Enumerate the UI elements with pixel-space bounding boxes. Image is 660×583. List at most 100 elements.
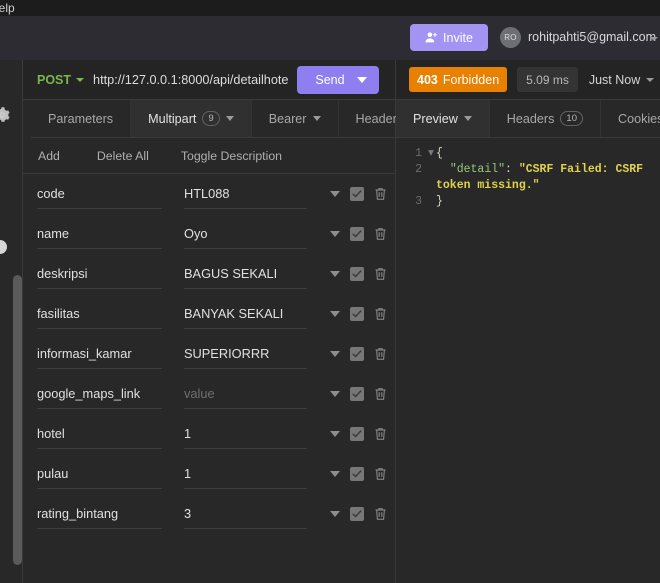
chevron-down-icon[interactable]	[463, 116, 472, 121]
param-row: google_maps_link value	[23, 374, 395, 414]
status-badge[interactable]: 403 Forbidden	[409, 67, 508, 92]
chevron-down-icon[interactable]	[357, 77, 367, 83]
param-enabled-checkbox[interactable]	[350, 227, 364, 241]
param-row: rating_bintang 3	[23, 494, 395, 534]
param-row: hotel 1	[23, 414, 395, 454]
fold-arrow-icon[interactable]: ▾	[426, 146, 436, 162]
tab-bearer[interactable]: Bearer	[252, 100, 339, 137]
avatar[interactable]: RO	[500, 27, 521, 48]
line-number: 2	[415, 163, 422, 176]
param-enabled-checkbox[interactable]	[350, 427, 364, 441]
param-row: fasilitas BANYAK SEKALI	[23, 294, 395, 334]
param-row-controls	[330, 454, 387, 494]
param-enabled-checkbox[interactable]	[350, 347, 364, 361]
request-tabs: Parameters Multipart 9 Bearer Header	[31, 100, 415, 138]
param-enabled-checkbox[interactable]	[350, 187, 364, 201]
chevron-down-icon[interactable]	[330, 351, 340, 357]
code-line: 2 "detail": "CSRF Failed: CSRF token mis…	[396, 162, 660, 194]
multipart-params-list: code HTL088 name Oyo deskripsi BAGUS SEKALI fa…	[23, 174, 395, 583]
code-text: }	[436, 195, 443, 208]
param-value-input[interactable]: BANYAK SEKALI	[184, 299, 307, 329]
delete-param-icon[interactable]	[374, 387, 387, 401]
menu-item-help[interactable]: Help	[0, 0, 15, 16]
param-name-input[interactable]: deskripsi	[37, 259, 162, 289]
chevron-down-icon[interactable]	[225, 116, 234, 121]
param-value-input[interactable]: SUPERIORRR	[184, 339, 307, 369]
param-name-input[interactable]: rating_bintang	[37, 499, 162, 529]
delete-param-icon[interactable]	[374, 507, 387, 521]
response-status-bar: 403 Forbidden 5.09 ms Just Now	[396, 60, 660, 100]
send-button[interactable]: Send	[297, 66, 379, 94]
param-row-controls	[330, 374, 387, 414]
param-row-controls	[330, 494, 387, 534]
param-value-input[interactable]: 1	[184, 459, 307, 489]
param-name-input[interactable]: informasi_kamar	[37, 339, 162, 369]
param-row-controls	[330, 294, 387, 334]
param-name-input[interactable]: code	[37, 179, 162, 209]
chevron-down-icon[interactable]	[330, 271, 340, 277]
toggle-description-button[interactable]: Toggle Description	[181, 149, 282, 163]
param-enabled-checkbox[interactable]	[350, 467, 364, 481]
param-value-input[interactable]: HTL088	[184, 179, 307, 209]
param-enabled-checkbox[interactable]	[350, 387, 364, 401]
delete-param-icon[interactable]	[374, 347, 387, 361]
param-name-input[interactable]: fasilitas	[37, 299, 162, 329]
chevron-down-icon[interactable]	[330, 431, 340, 437]
response-timestamp[interactable]: Just Now	[589, 73, 655, 87]
delete-param-icon[interactable]	[374, 227, 387, 241]
send-button-label: Send	[315, 73, 345, 87]
params-scrollbar-thumb[interactable]	[13, 275, 22, 565]
tab-headers[interactable]: Headers 10	[490, 100, 601, 137]
chevron-down-icon[interactable]	[330, 471, 340, 477]
tab-label: Preview	[413, 111, 458, 126]
tab-count-badge: 9	[202, 110, 220, 127]
delete-param-icon[interactable]	[374, 467, 387, 481]
tab-preview[interactable]: Preview	[396, 100, 490, 137]
param-name-input[interactable]: google_maps_link	[37, 379, 162, 409]
chevron-down-icon[interactable]	[330, 511, 340, 517]
status-code: 403	[417, 72, 438, 87]
param-enabled-checkbox[interactable]	[350, 307, 364, 321]
invite-button[interactable]: Invite	[410, 24, 488, 51]
json-colon: :	[505, 163, 519, 176]
param-row-controls	[330, 214, 387, 254]
delete-param-icon[interactable]	[374, 267, 387, 281]
tab-label: Multipart	[148, 111, 197, 126]
param-value-input[interactable]: BAGUS SEKALI	[184, 259, 307, 289]
account-email-label[interactable]: rohitpahti5@gmail.com	[528, 30, 656, 44]
delete-all-button[interactable]: Delete All	[97, 149, 149, 163]
gear-icon[interactable]	[0, 107, 10, 128]
line-number: 1	[415, 147, 422, 160]
delete-param-icon[interactable]	[374, 187, 387, 201]
param-value-input[interactable]: 3	[184, 499, 307, 529]
tab-label: Parameters	[48, 111, 114, 126]
chevron-down-icon[interactable]	[650, 37, 658, 41]
tab-cookies[interactable]: Cookies	[601, 100, 660, 137]
insomnia-app-window: Help Invite RO rohitpahti5@gmail.com	[0, 0, 660, 583]
param-row: code HTL088	[23, 174, 395, 214]
chevron-down-icon[interactable]	[330, 191, 340, 197]
param-value-input[interactable]: value	[184, 379, 307, 409]
chevron-down-icon[interactable]	[312, 116, 321, 121]
code-text: {	[436, 147, 443, 160]
chevron-down-icon[interactable]	[330, 391, 340, 397]
chevron-down-icon	[76, 77, 85, 82]
delete-param-icon[interactable]	[374, 307, 387, 321]
http-method-selector[interactable]: POST	[37, 73, 85, 87]
chevron-down-icon[interactable]	[330, 231, 340, 237]
circle-indicator-icon[interactable]	[0, 240, 7, 254]
param-value-input[interactable]: 1	[184, 419, 307, 449]
param-name-input[interactable]: name	[37, 219, 162, 249]
tab-multipart[interactable]: Multipart 9	[131, 100, 252, 137]
tab-parameters[interactable]: Parameters	[31, 100, 132, 137]
param-name-input[interactable]: hotel	[37, 419, 162, 449]
param-value-input[interactable]: Oyo	[184, 219, 307, 249]
param-name-input[interactable]: pulau	[37, 459, 162, 489]
param-enabled-checkbox[interactable]	[350, 507, 364, 521]
response-body-viewer[interactable]: 1 ▾ { 2 "detail": "CSRF Failed: CSRF tok…	[396, 138, 660, 583]
delete-param-icon[interactable]	[374, 427, 387, 441]
chevron-down-icon[interactable]	[330, 311, 340, 317]
param-enabled-checkbox[interactable]	[350, 267, 364, 281]
add-button[interactable]: Add	[38, 149, 60, 163]
response-time[interactable]: 5.09 ms	[517, 67, 578, 92]
